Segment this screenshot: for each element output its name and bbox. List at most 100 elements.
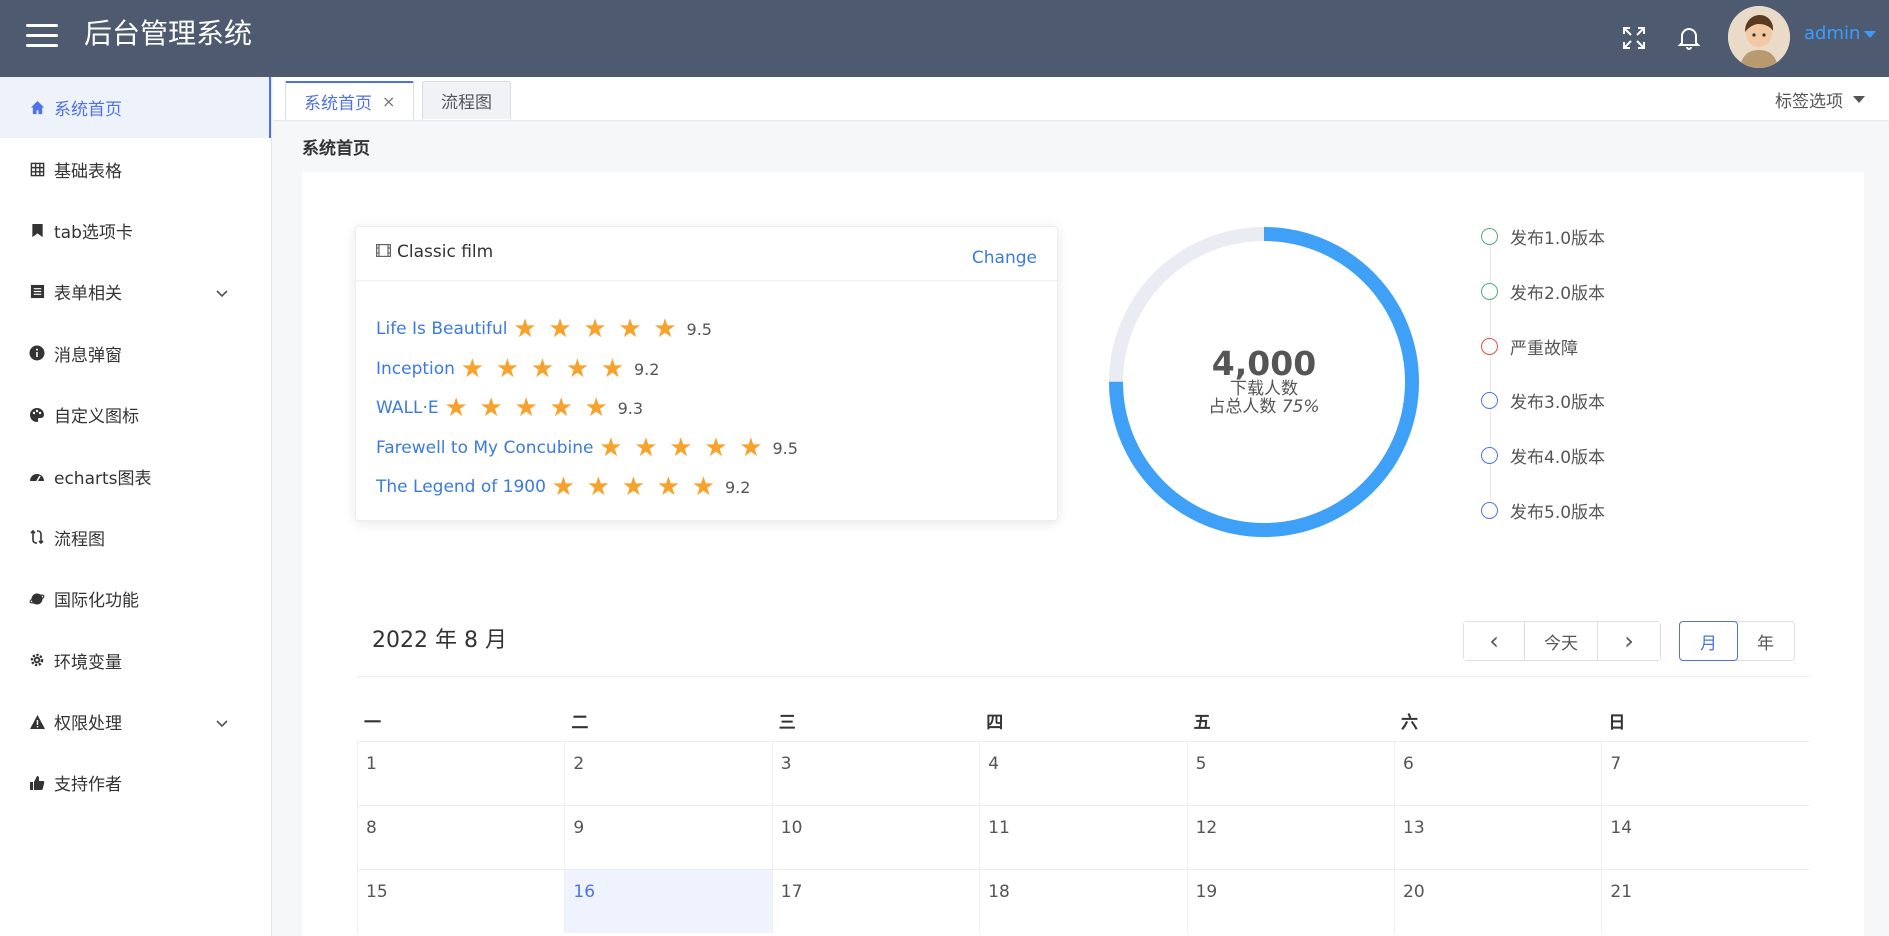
globe-icon bbox=[28, 590, 46, 608]
prev-month-button[interactable]: ‹ bbox=[1464, 622, 1525, 660]
film-row: Life Is Beautiful ★ ★ ★ ★ ★ 9.5 bbox=[376, 315, 712, 343]
weekday-header: 五 bbox=[1193, 713, 1211, 733]
timeline-item: 发布4.0版本 bbox=[1481, 443, 1606, 468]
sidebar-item-env[interactable]: 环境变量 bbox=[0, 630, 271, 691]
calendar-day[interactable]: 14 bbox=[1601, 805, 1809, 869]
star-icon: ★ bbox=[549, 393, 573, 423]
timeline-dot-icon bbox=[1481, 446, 1498, 464]
sidebar-item-support[interactable]: 支持作者 bbox=[0, 752, 271, 813]
weekday-header: 一 bbox=[364, 713, 381, 733]
view-month-button[interactable]: 月 bbox=[1679, 621, 1738, 661]
star-icon: ★ bbox=[548, 314, 572, 344]
user-caret-down-icon[interactable] bbox=[1864, 31, 1876, 38]
star-icon: ★ bbox=[621, 472, 646, 502]
tag-options-label: 标签选项 bbox=[1775, 92, 1843, 112]
timeline-item: 发布2.0版本 bbox=[1481, 279, 1606, 304]
calendar-divider bbox=[356, 676, 1810, 677]
user-name[interactable]: admin bbox=[1804, 22, 1860, 46]
calendar-day[interactable]: 8 bbox=[357, 805, 565, 869]
film-score: 9.5 bbox=[686, 319, 712, 339]
star-icon: ★ bbox=[583, 314, 607, 344]
calendar-day[interactable]: 2 bbox=[564, 741, 772, 805]
close-icon[interactable]: × bbox=[382, 92, 395, 111]
sidebar-item-permission[interactable]: 权限处理 bbox=[0, 691, 271, 752]
film-card-title: Classic film bbox=[376, 242, 493, 262]
timeline-dot-icon bbox=[1481, 391, 1498, 409]
calendar-day[interactable]: 19 bbox=[1186, 869, 1394, 933]
next-month-button[interactable]: › bbox=[1598, 622, 1660, 660]
calendar-day[interactable]: 4 bbox=[979, 741, 1187, 805]
tag-options-dropdown[interactable]: 标签选项 bbox=[1775, 87, 1865, 112]
sidebar-item-echarts[interactable]: echarts图表 bbox=[0, 445, 271, 506]
star-icon: ★ bbox=[444, 393, 468, 423]
film-row: The Legend of 1900 ★ ★ ★ ★ ★ 9.2 bbox=[376, 473, 750, 501]
tab-flowchart[interactable]: 流程图 bbox=[422, 81, 511, 119]
calendar-day[interactable]: 15 bbox=[357, 869, 565, 933]
sidebar-item-label: 表单相关 bbox=[54, 284, 122, 305]
timeline-text: 发布2.0版本 bbox=[1510, 283, 1606, 304]
star-icon: ★ bbox=[460, 354, 485, 384]
calendar-day[interactable]: 12 bbox=[1186, 805, 1394, 869]
sidebar-item-message[interactable]: 消息弹窗 bbox=[0, 323, 271, 384]
sidebar-item-form[interactable]: 表单相关 bbox=[0, 261, 271, 322]
grid-icon bbox=[28, 160, 46, 178]
calendar-day[interactable]: 10 bbox=[771, 805, 980, 869]
film-title-link[interactable]: The Legend of 1900 bbox=[376, 477, 546, 497]
bell-icon[interactable] bbox=[1671, 20, 1707, 56]
calendar-day[interactable]: 18 bbox=[979, 869, 1187, 933]
weekday-header: 二 bbox=[571, 713, 589, 733]
star-icon: ★ bbox=[514, 393, 538, 423]
star-icon: ★ bbox=[584, 393, 608, 423]
sidebar-item-label: 基础表格 bbox=[54, 161, 122, 182]
calendar-day[interactable]: 1 bbox=[357, 741, 565, 805]
star-rating: ★ ★ ★ ★ ★ bbox=[508, 315, 683, 343]
bookmark-icon bbox=[28, 221, 46, 239]
calendar-day[interactable]: 5 bbox=[1186, 741, 1394, 805]
download-count: 4,000 bbox=[1211, 344, 1317, 383]
weekday-header: 三 bbox=[778, 713, 796, 733]
calendar-day[interactable]: 3 bbox=[771, 741, 980, 805]
timeline-item: 发布5.0版本 bbox=[1481, 498, 1606, 523]
calendar-day[interactable]: 20 bbox=[1394, 869, 1602, 933]
tab-label: 流程图 bbox=[441, 93, 492, 113]
film-title-link[interactable]: Inception bbox=[376, 359, 455, 379]
star-rating: ★ ★ ★ ★ ★ bbox=[455, 355, 630, 383]
sidebar-item-label: 流程图 bbox=[54, 529, 105, 550]
view-year-button[interactable]: 年 bbox=[1737, 622, 1794, 660]
today-button[interactable]: 今天 bbox=[1525, 622, 1598, 660]
download-ratio: 占总人数 75% bbox=[1107, 397, 1421, 417]
sidebar-item-flowchart[interactable]: 流程图 bbox=[0, 507, 271, 568]
calendar-day[interactable]: 17 bbox=[771, 869, 980, 933]
sidebar-item-i18n[interactable]: 国际化功能 bbox=[0, 568, 271, 629]
timeline-text: 发布4.0版本 bbox=[1510, 447, 1606, 468]
film-title-link[interactable]: Farewell to My Concubine bbox=[376, 438, 593, 458]
sidebar-item-tab[interactable]: tab选项卡 bbox=[0, 200, 271, 261]
calendar-day[interactable]: 6 bbox=[1394, 741, 1602, 805]
fullscreen-icon[interactable] bbox=[1616, 20, 1652, 56]
sidebar-item-custom-icon[interactable]: 自定义图标 bbox=[0, 384, 271, 445]
calendar-day[interactable]: 9 bbox=[564, 805, 772, 869]
timeline-item: 发布1.0版本 bbox=[1481, 224, 1605, 249]
calendar-day[interactable]: 7 bbox=[1601, 741, 1809, 805]
timeline-text: 发布5.0版本 bbox=[1510, 502, 1606, 523]
star-icon: ★ bbox=[634, 433, 658, 463]
calendar-day[interactable]: 11 bbox=[979, 805, 1187, 869]
calendar-day[interactable]: 13 bbox=[1394, 805, 1602, 869]
change-button[interactable]: Change bbox=[972, 248, 1037, 268]
star-icon: ★ bbox=[618, 314, 642, 344]
film-title-link[interactable]: Life Is Beautiful bbox=[376, 319, 508, 339]
calendar-day[interactable]: 21 bbox=[1601, 869, 1809, 933]
tab-home[interactable]: 系统首页 × bbox=[285, 81, 415, 119]
app-title: 后台管理系统 bbox=[84, 17, 253, 50]
sidebar-item-home[interactable]: 系统首页 bbox=[0, 77, 271, 139]
film-title-link[interactable]: WALL·E bbox=[376, 398, 439, 418]
caret-down-icon bbox=[1853, 96, 1865, 103]
film-score: 9.3 bbox=[617, 398, 644, 418]
top-header: 后台管理系统 admin bbox=[0, 0, 1889, 77]
timeline-text: 严重故障 bbox=[1510, 338, 1578, 359]
avatar[interactable] bbox=[1728, 6, 1790, 68]
star-icon: ★ bbox=[739, 433, 763, 463]
calendar-day[interactable]: 16 bbox=[564, 869, 772, 933]
sidebar-item-basic-table[interactable]: 基础表格 bbox=[0, 138, 271, 199]
menu-icon[interactable] bbox=[26, 24, 58, 52]
